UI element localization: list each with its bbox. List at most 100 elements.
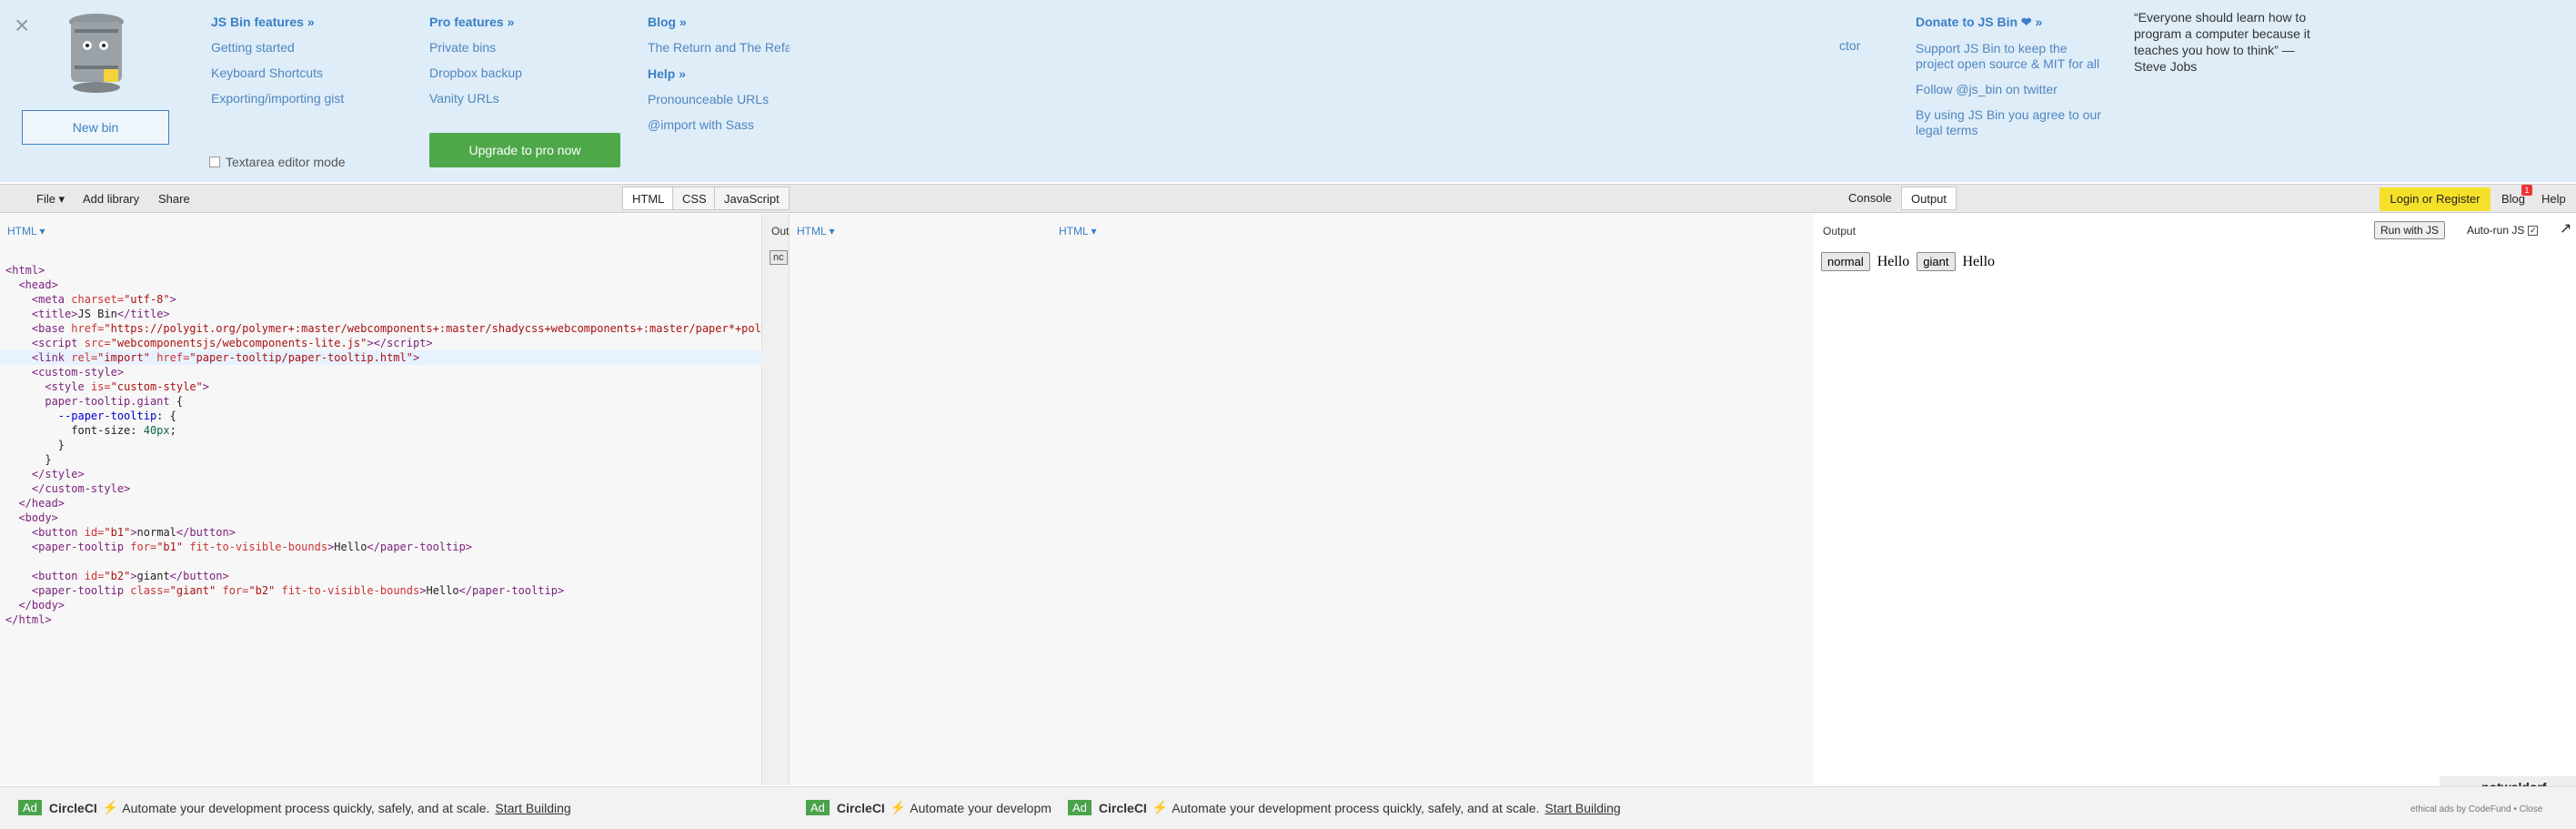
output-panel-label: Output	[1823, 225, 1857, 238]
rendered-output: normal Hello giant Hello	[1821, 252, 1995, 271]
code-editor[interactable]: <html> <head> <meta charset="utf-8"> <ti…	[0, 248, 1810, 656]
run-with-js-button[interactable]: Run with JS	[2374, 221, 2446, 239]
code-line: <paper-tooltip for="b1" fit-to-visible-b…	[31, 541, 473, 553]
code-line: --paper-tooltip: {	[57, 409, 176, 422]
new-bin-button[interactable]: New bin	[22, 110, 169, 145]
ad-brand: CircleCI	[836, 800, 885, 815]
file-menu[interactable]: File ▾	[36, 192, 65, 207]
textarea-mode-label: Textarea editor mode	[226, 155, 346, 169]
login-register-button[interactable]: Login or Register	[2380, 187, 2490, 211]
code-line: }	[5, 439, 65, 451]
quote-text: “Everyone should learn how to program a …	[2134, 10, 2310, 57]
link-import-sass[interactable]: @import with Sass	[648, 117, 790, 133]
code-line: <meta charset="utf-8">	[31, 293, 176, 306]
output-text: Hello	[1877, 253, 1910, 269]
checkbox-icon[interactable]	[209, 157, 220, 167]
link-vanity-urls[interactable]: Vanity URLs	[429, 91, 522, 106]
code-line: paper-tooltip.giant {	[45, 395, 184, 408]
features-title[interactable]: JS Bin features »	[211, 15, 344, 29]
link-legal[interactable]: By using JS Bin you agree to our legal t…	[1916, 107, 2107, 138]
normal-button[interactable]: normal	[1821, 252, 1870, 271]
output-fragment-label: Out	[771, 225, 790, 238]
close-icon[interactable]: ×	[15, 13, 35, 38]
code-line: <title>JS Bin</title>	[31, 308, 170, 320]
toolbar: File ▾ Add library Share HTML CSS JavaSc…	[0, 184, 2576, 213]
output-panel: Output Run with JS Auto-run JS ✓ ↗ norma…	[1814, 214, 2576, 798]
link-dropbox-backup[interactable]: Dropbox backup	[429, 66, 522, 81]
menu-panel: × New bin Textarea editor mode Upgrade t…	[0, 0, 2576, 182]
code-line: </style>	[31, 468, 85, 480]
ad-text: Automate your developm	[910, 800, 1052, 815]
popout-icon[interactable]: ↗	[2560, 219, 2571, 238]
help-title[interactable]: Help »	[648, 66, 790, 81]
auto-run-label: Auto-run JS	[2467, 224, 2525, 237]
code-line: <button id="b2">giant</button>	[31, 570, 229, 582]
link-getting-started[interactable]: Getting started	[211, 40, 344, 56]
link-twitter[interactable]: Follow @js_bin on twitter	[1916, 82, 2107, 97]
code-line: <button id="b1">normal</button>	[31, 526, 236, 539]
ad-bar: Ad CircleCI ⚡ Automate your development …	[0, 786, 2576, 829]
bolt-icon: ⚡	[890, 800, 907, 814]
blog-column: Blog » The Return and The Refa Help » Pr…	[648, 15, 790, 143]
code-line: </custom-style>	[31, 482, 131, 495]
ad-tag: Ad	[18, 800, 42, 815]
auto-run-toggle[interactable]: Auto-run JS ✓	[2467, 224, 2539, 237]
link-private-bins[interactable]: Private bins	[429, 40, 522, 56]
pro-column: Pro features » Private bins Dropbox back…	[429, 15, 522, 116]
jsbin-logo-icon	[69, 14, 124, 93]
features-column: JS Bin features » Getting started Keyboa…	[211, 15, 344, 116]
ad-item[interactable]: Ad CircleCI ⚡ Automate your developm	[806, 800, 1052, 815]
panel-divider[interactable]: Out nc	[762, 214, 790, 785]
donate-title[interactable]: Donate to JS Bin ❤ »	[1916, 15, 2107, 30]
ad-item[interactable]: Ad CircleCI ⚡ Automate your development …	[1068, 800, 1621, 815]
code-line: <style is="custom-style">	[45, 380, 210, 393]
upgrade-button[interactable]: Upgrade to pro now	[429, 133, 620, 167]
html-panel-label[interactable]: HTML ▾	[7, 225, 45, 238]
code-line: <paper-tooltip class="giant" for="b2" fi…	[31, 584, 565, 597]
blog-badge: 1	[2521, 185, 2532, 196]
ethical-ads-note[interactable]: ethical ads by CodeFund • Close	[2410, 804, 2542, 814]
help-link[interactable]: Help	[2541, 192, 2566, 206]
link-blog-post[interactable]: The Return and The Refa	[648, 40, 790, 56]
textarea-mode-checkbox[interactable]: Textarea editor mode	[209, 155, 346, 169]
checkbox-checked-icon[interactable]: ✓	[2528, 225, 2539, 236]
bolt-icon: ⚡	[102, 800, 119, 814]
tab-html[interactable]: HTML	[622, 187, 675, 210]
code-line: }	[5, 453, 52, 466]
link-support[interactable]: Support JS Bin to keep the project open …	[1916, 41, 2107, 72]
code-line: </html>	[5, 613, 52, 626]
tab-console[interactable]: Console	[1839, 187, 1901, 210]
ad-tag: Ad	[806, 800, 830, 815]
html-editor-panel: HTML ▾ <html> <head> <meta charset="utf-…	[0, 214, 1810, 785]
secondary-editor-panel: Out nc HTML ▾ HTML ▾	[762, 214, 1815, 785]
menu-fragment-text[interactable]: ctor	[1839, 38, 1860, 53]
ad-cta-link[interactable]: Start Building	[1545, 801, 1620, 815]
mid-panel-label-2[interactable]: HTML ▾	[1059, 225, 1097, 238]
ad-brand: CircleCI	[48, 800, 97, 815]
giant-button[interactable]: giant	[1917, 252, 1956, 271]
code-line: <html>	[5, 264, 45, 277]
pro-title[interactable]: Pro features »	[429, 15, 522, 29]
mid-panel-label-1[interactable]: HTML ▾	[797, 225, 835, 238]
ad-item[interactable]: Ad CircleCI ⚡ Automate your development …	[18, 800, 571, 815]
ad-tag: Ad	[1068, 800, 1092, 815]
code-line: <base href="https://polygit.org/polymer+…	[5, 321, 1570, 336]
add-library-button[interactable]: Add library	[83, 192, 139, 206]
ad-brand: CircleCI	[1098, 800, 1147, 815]
link-exporting-gist[interactable]: Exporting/importing gist	[211, 91, 344, 106]
code-line: <script src="webcomponentsjs/webcomponen…	[31, 337, 433, 349]
code-line: <body>	[18, 511, 58, 524]
output-fragment-button[interactable]: nc	[770, 250, 788, 265]
link-keyboard-shortcuts[interactable]: Keyboard Shortcuts	[211, 66, 344, 81]
blog-title[interactable]: Blog »	[648, 15, 790, 29]
tab-css[interactable]: CSS	[672, 187, 717, 210]
output-text: Hello	[1962, 253, 1996, 269]
tab-output[interactable]: Output	[1901, 187, 1957, 210]
tab-javascript[interactable]: JavaScript	[714, 187, 790, 210]
ad-text: Automate your development process quickl…	[122, 800, 490, 815]
code-line: </body>	[18, 599, 65, 612]
ad-cta-link[interactable]: Start Building	[495, 801, 570, 815]
share-button[interactable]: Share	[158, 192, 190, 206]
link-pronounceable-urls[interactable]: Pronounceable URLs	[648, 92, 790, 107]
